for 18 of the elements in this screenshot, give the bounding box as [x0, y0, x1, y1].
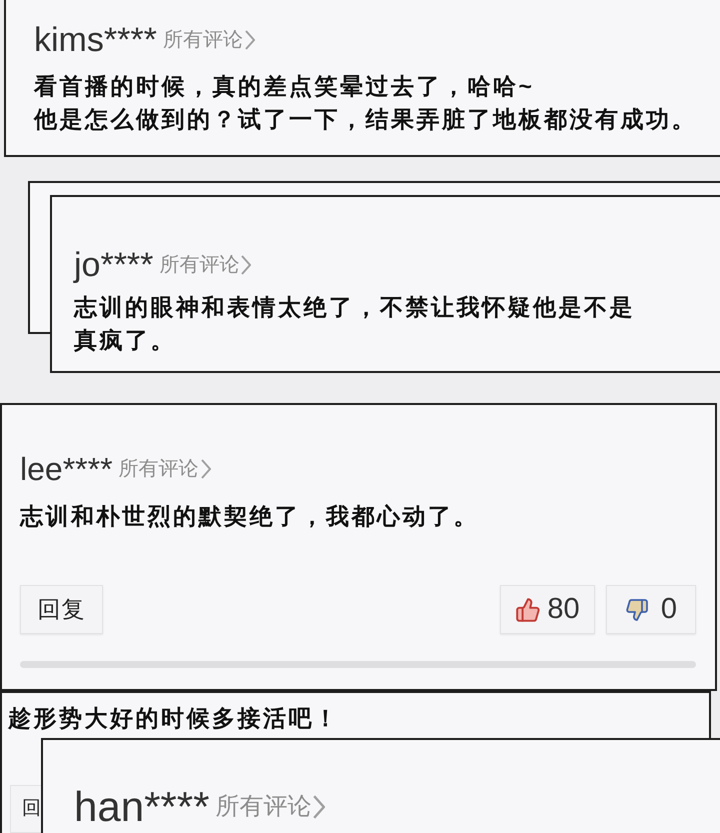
comment-text: 趁形势大好的时候多接活吧！ [8, 704, 340, 733]
chevron-right-icon [200, 459, 211, 479]
reply-button[interactable]: 回复 [20, 585, 103, 634]
username: kims**** [34, 22, 157, 58]
chevron-right-icon [244, 30, 255, 50]
chevron-right-icon [313, 795, 326, 819]
reply-button[interactable]: 回 [10, 785, 43, 833]
username: han**** [74, 784, 210, 830]
username: lee**** [20, 451, 113, 487]
username: jo**** [74, 247, 154, 283]
dislike-button[interactable]: 0 [606, 585, 696, 634]
like-button[interactable]: 80 [500, 585, 595, 634]
chevron-right-icon [241, 255, 252, 275]
comment-text: 看首播的时候，真的差点笑晕过去了，哈哈~ 他是怎么做到的？试了一下，结果弄脏了地板都没有成功。 [34, 72, 697, 134]
comment-text: 志训和朴世烈的默契绝了，我都心动了。 [20, 502, 479, 531]
thumbs-down-icon [624, 598, 649, 622]
comment-text: 志训的眼神和表情太绝了，不禁让我怀疑他是不是 真疯了。 [74, 293, 635, 355]
thumbs-up-icon [515, 596, 542, 622]
